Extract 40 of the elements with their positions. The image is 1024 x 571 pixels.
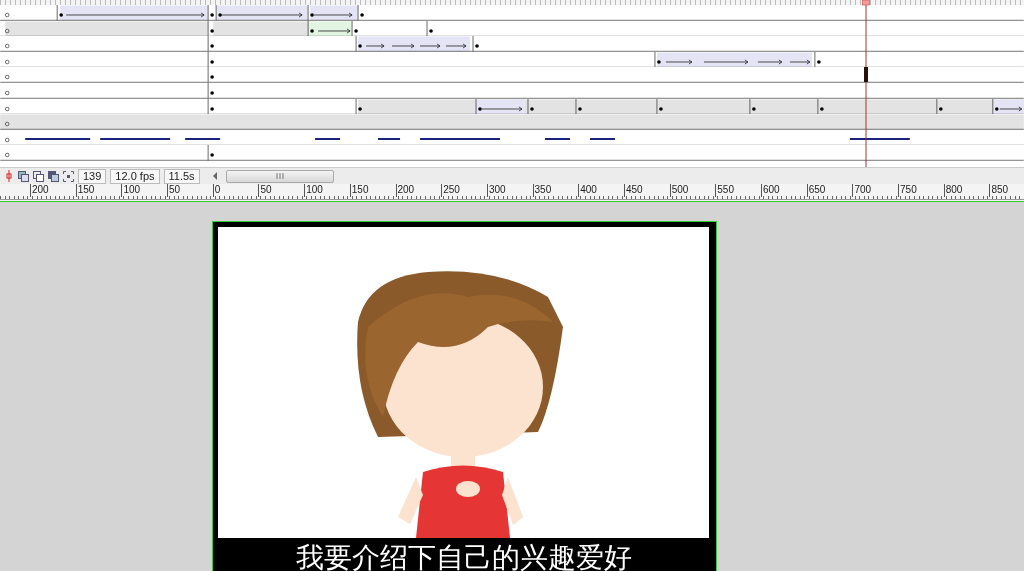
ruler-label: 700 — [852, 184, 899, 197]
ruler-label: 750 — [898, 184, 944, 197]
ruler-label: 100 — [304, 184, 350, 197]
ruler-label: 200 — [395, 184, 442, 197]
ruler-label: 450 — [623, 184, 670, 197]
layer-frames-track[interactable] — [0, 114, 1024, 130]
ruler-label: 50 — [258, 184, 305, 197]
ruler-label: 400 — [578, 184, 624, 197]
ruler-label: 50 — [167, 184, 213, 197]
layer-frames-track[interactable] — [0, 5, 1024, 21]
ruler-label: 500 — [669, 184, 716, 197]
current-frame-field: 139 — [78, 168, 107, 184]
layer-frames-track[interactable] — [0, 145, 1024, 161]
onion-skin-icon[interactable] — [18, 170, 29, 182]
playhead-icon[interactable] — [862, 0, 870, 167]
markers-icon[interactable] — [63, 170, 74, 182]
center-frame-icon[interactable] — [4, 170, 14, 182]
onion-outline-icon[interactable] — [33, 170, 44, 182]
ruler-label: 200 — [30, 184, 76, 197]
ruler-label: 0 — [212, 184, 259, 197]
ruler-label: 150 — [349, 184, 396, 197]
ruler-label: 100 — [121, 184, 168, 197]
layer-frames-track[interactable] — [0, 36, 1024, 52]
ruler-label: 550 — [715, 184, 761, 197]
ruler-label: 650 — [806, 184, 853, 197]
edit-frames-icon[interactable] — [48, 170, 59, 182]
ruler-label: 600 — [761, 184, 807, 197]
ruler-label: 800 — [943, 184, 990, 197]
layer-frames-track[interactable] — [0, 67, 1024, 83]
scrollbar-thumb[interactable] — [225, 169, 334, 183]
grip-icon — [275, 173, 284, 179]
ruler-label: 300 — [486, 184, 533, 197]
frame-rate-field: 12.0 fps — [110, 168, 160, 184]
ruler-label: 250 — [441, 184, 487, 197]
scroll-left-icon[interactable] — [211, 172, 218, 180]
subtitle: 我要介绍下自己的兴趣爱好 — [295, 542, 632, 571]
ruler-label: 350 — [532, 184, 579, 197]
ruler-label: 150 — [75, 184, 122, 197]
elapsed-time-field: 11.5s — [163, 168, 200, 184]
ruler-label: 850 — [989, 184, 1024, 197]
